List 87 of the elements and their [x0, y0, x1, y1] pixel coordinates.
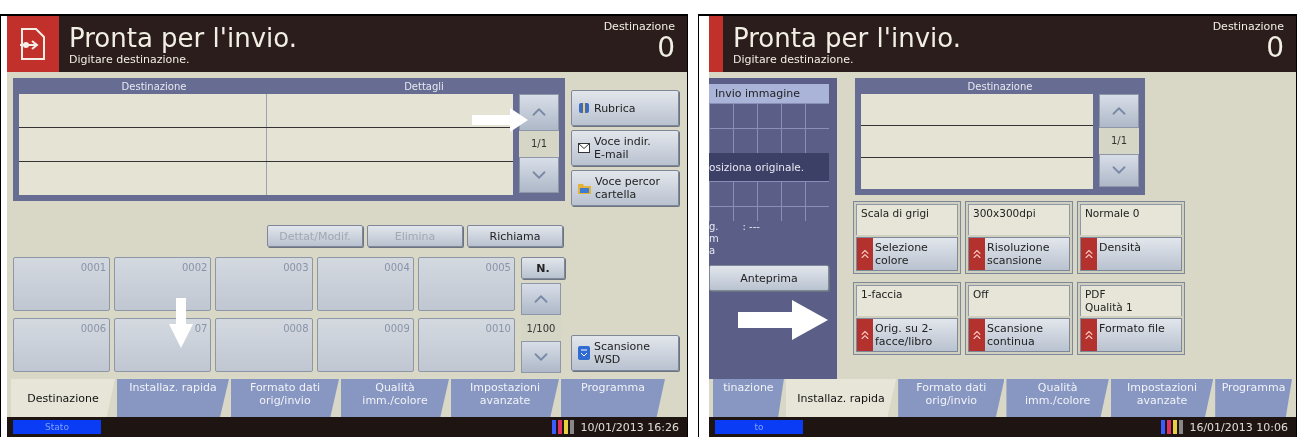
tab[interactable]: Impostazioni avanzate: [1110, 379, 1214, 417]
address-source-button[interactable]: Voce percor cartella: [571, 170, 679, 206]
column-header: Destinazione: [120, 80, 188, 92]
info-value: : ---: [742, 221, 760, 233]
setting-button[interactable]: Formato file: [1080, 318, 1182, 352]
speed-dial-key[interactable]: 0003: [215, 257, 313, 311]
status-badge[interactable]: Stato: [13, 420, 101, 434]
number-search-button[interactable]: N.: [521, 257, 565, 279]
setting-value: 1-faccia: [856, 285, 958, 316]
setting-value: Normale 0: [1080, 204, 1182, 235]
info-label: g.: [709, 221, 719, 233]
scroll-up-button[interactable]: [519, 94, 559, 131]
status-badge[interactable]: to: [715, 420, 803, 434]
setting-button[interactable]: Densità: [1080, 237, 1182, 271]
header-icon-block: [709, 16, 723, 72]
setting-value: Scala di grigi: [856, 204, 958, 235]
page-indicator: 1/1: [1109, 134, 1129, 148]
date-time: 16/01/2013 10:06: [1189, 420, 1288, 434]
screen-title: Pronta per l'invio.: [733, 22, 962, 53]
chevrons-up-icon: [970, 247, 984, 261]
chevrons-up-icon: [1082, 247, 1096, 261]
setting-value: PDF Qualità 1: [1080, 285, 1182, 316]
chevrons-up-icon: [1082, 328, 1096, 342]
column-header: Dettagli: [403, 80, 445, 92]
chevrons-up-icon: [858, 247, 872, 261]
column-header: Destinazione: [966, 80, 1034, 92]
address-source-button[interactable]: Rubrica: [571, 90, 679, 126]
tab[interactable]: Programma: [1215, 379, 1292, 417]
folder-icon: [578, 182, 591, 194]
toner-icon: [552, 420, 575, 434]
preview-button[interactable]: Anteprima: [709, 265, 829, 291]
arrow-annotation: [169, 298, 193, 348]
toner-icon: [1161, 420, 1184, 434]
destination-count: 0: [1266, 33, 1284, 63]
tab[interactable]: Programma: [561, 379, 665, 417]
setting-button[interactable]: Selezione colore: [856, 237, 958, 271]
scroll-down-button[interactable]: [521, 341, 561, 373]
scroll-down-button[interactable]: [1099, 153, 1139, 187]
speed-dial-key[interactable]: 0006: [13, 318, 111, 372]
preview-message: osiziona originale.: [709, 153, 829, 181]
screen-subtitle: Digitare destinazione.: [69, 52, 190, 66]
tab[interactable]: Impostazioni avanzate: [451, 379, 559, 417]
tab[interactable]: Formato dati orig/invio: [231, 379, 339, 417]
speed-dial-key[interactable]: 0002: [114, 257, 212, 311]
chevrons-up-icon: [858, 328, 872, 342]
speed-dial-key[interactable]: 0005: [417, 257, 515, 311]
tab[interactable]: tinazione: [713, 379, 784, 417]
counter-label: Destinazione: [603, 20, 675, 33]
destination-count: 0: [657, 33, 675, 63]
page-indicator: 1/100: [525, 321, 557, 336]
scroll-up-button[interactable]: [1099, 94, 1139, 128]
setting-button[interactable]: Orig. su 2- facce/libro: [856, 318, 958, 352]
tab[interactable]: Qualità imm./colore: [1006, 379, 1109, 417]
setting-button[interactable]: Scansione continua: [968, 318, 1070, 352]
screen-title: Pronta per l'invio.: [69, 22, 298, 53]
speed-dial-key[interactable]: 0010: [417, 318, 515, 372]
book-icon: [578, 102, 590, 114]
scroll-up-button[interactable]: [521, 283, 561, 315]
list-action-button[interactable]: Richiama: [467, 225, 563, 247]
speed-dial-key[interactable]: 0009: [316, 318, 414, 372]
address-source-button[interactable]: Voce indir. E-mail: [571, 130, 679, 166]
date-time: 10/01/2013 16:26: [580, 420, 679, 434]
speed-dial-key[interactable]: 0001: [13, 257, 111, 311]
tab[interactable]: Installaz. rapida: [785, 379, 897, 417]
tab[interactable]: Destinazione: [11, 379, 115, 417]
setting-button[interactable]: Risoluzione scansione: [968, 237, 1070, 271]
wsd-scan-button[interactable]: Scansione WSD: [571, 335, 679, 371]
page-indicator: 1/1: [529, 137, 549, 151]
setting-value: Off: [968, 285, 1070, 316]
arrow-annotation: [472, 108, 528, 132]
envelope-icon: [578, 143, 590, 153]
speed-dial-key[interactable]: 0008: [215, 318, 313, 372]
setting-value: 300x300dpi: [968, 204, 1070, 235]
speed-dial-key[interactable]: 07: [114, 318, 212, 372]
document-send-icon: [18, 27, 48, 61]
preview-title: Invio immagine: [709, 84, 829, 103]
scan-icon: [578, 346, 590, 360]
info-label: a: [709, 245, 716, 257]
tab[interactable]: Formato dati orig/invio: [898, 379, 1005, 417]
screen-subtitle: Digitare destinazione.: [733, 52, 854, 66]
chevrons-up-icon: [970, 328, 984, 342]
speed-dial-key[interactable]: 0004: [316, 257, 414, 311]
tab[interactable]: Installaz. rapida: [117, 379, 229, 417]
counter-label: Destinazione: [1212, 20, 1284, 33]
tab[interactable]: Qualità imm./colore: [341, 379, 449, 417]
scroll-down-button[interactable]: [519, 156, 559, 193]
info-label: m: [709, 233, 719, 245]
